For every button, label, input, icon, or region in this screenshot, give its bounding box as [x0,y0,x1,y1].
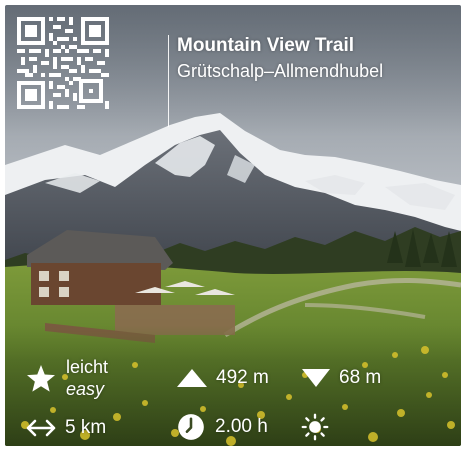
qr-code-icon[interactable] [17,17,109,109]
descent-value: 68 m [339,367,382,388]
descent-stat: 68 m [301,367,381,389]
star-icon [27,365,55,392]
ascent-value: 492 m [216,367,269,388]
difficulty-label-en: easy [66,379,105,399]
duration-value: 2.00 h [215,416,268,437]
sun-icon [301,413,329,441]
horizontal-arrows-icon [26,419,56,437]
up-triangle-icon [177,369,207,387]
down-triangle-icon [302,369,330,387]
duration-stat: 2.00 h [177,413,268,441]
difficulty-label: leicht [66,357,109,377]
trail-title: Mountain View Trail [177,35,355,56]
ascent-stat: 492 m [176,367,269,389]
trail-route: Grütschalp–Allmendhubel [177,61,384,81]
header-divider [168,35,169,127]
clock-icon [178,414,204,440]
distance-stat: 5 km [25,417,106,439]
distance-value: 5 km [65,417,107,438]
trail-card: Mountain View Trail Grütschalp–Allmendhu… [5,5,461,446]
